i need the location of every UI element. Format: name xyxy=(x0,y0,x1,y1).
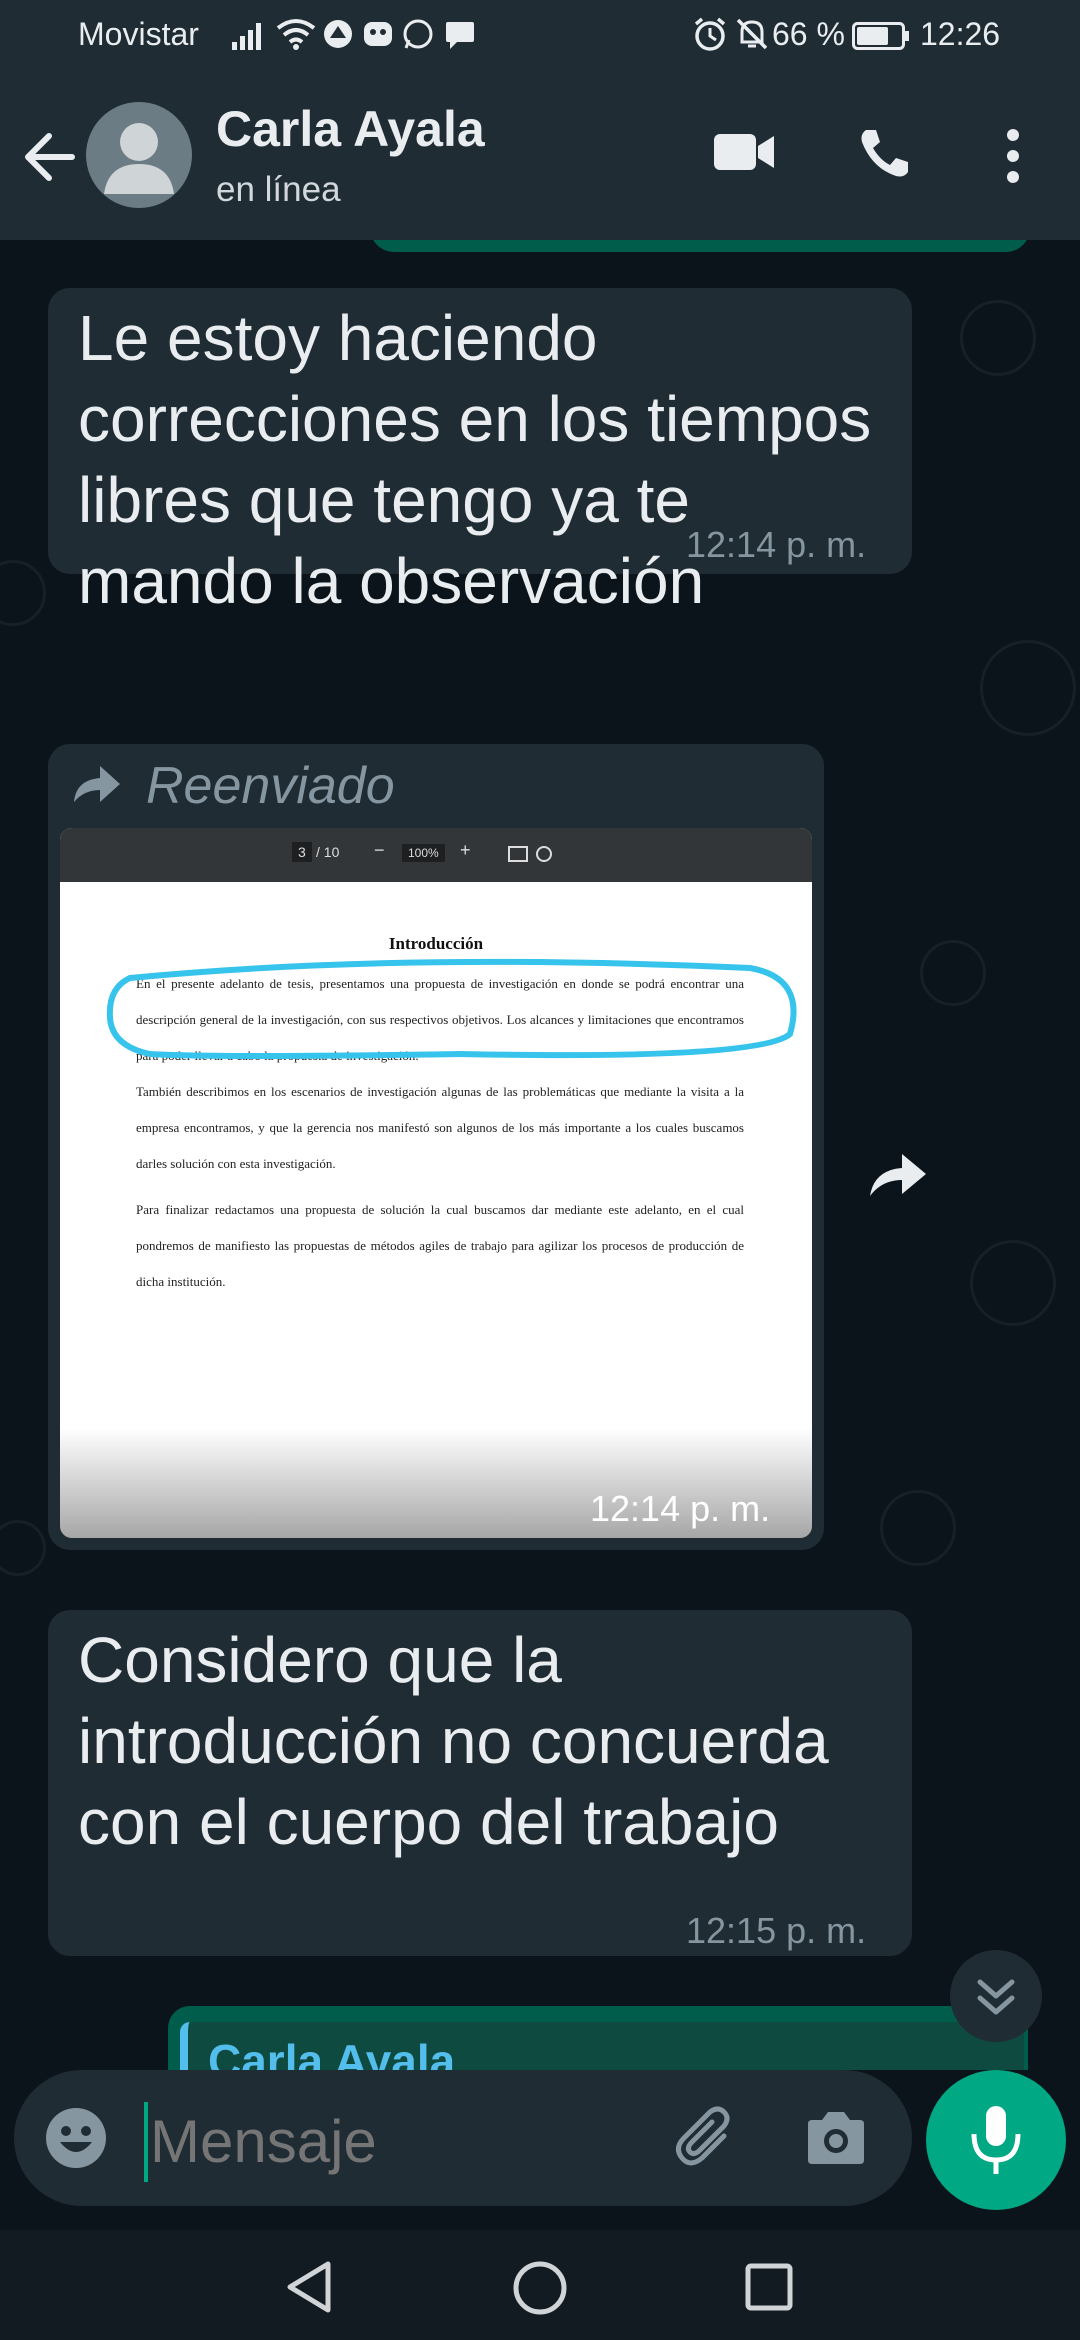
default-avatar-icon xyxy=(104,123,174,194)
mute-bell-icon xyxy=(736,18,768,50)
contact-avatar[interactable] xyxy=(86,102,192,208)
outgoing-message-bubble[interactable] xyxy=(370,240,1030,252)
double-chevron-down-icon xyxy=(977,1979,1015,2015)
contact-status: en línea xyxy=(216,170,341,209)
pdf-page-number: 3 xyxy=(292,842,312,862)
back-arrow-icon[interactable] xyxy=(22,130,76,184)
clock: 12:26 xyxy=(920,16,1001,52)
mic-button[interactable] xyxy=(926,2070,1066,2210)
highlight-scribble xyxy=(106,958,797,1059)
forward-button-icon[interactable] xyxy=(866,1148,930,1200)
message-list[interactable]: Le estoy haciendo correcciones en los ti… xyxy=(0,240,1080,2070)
incoming-image-message[interactable]: Reenviado 3 / 10 − 100% + Introducción E… xyxy=(48,744,824,1550)
message-input[interactable] xyxy=(148,2100,672,2182)
carrier-label: Movistar xyxy=(78,16,199,52)
forwarded-icon xyxy=(74,766,120,802)
battery-percent: 66 % xyxy=(772,16,845,52)
alarm-icon xyxy=(694,17,726,51)
wallpaper-doodle xyxy=(920,940,986,1006)
message-text: Le estoy haciendo correcciones en los ti… xyxy=(78,302,872,617)
pdf-zoom: 100% xyxy=(402,844,445,862)
image-time: 12:14 p. m. xyxy=(590,1488,771,1529)
system-nav-bar xyxy=(0,2230,1080,2340)
wallpaper-doodle xyxy=(0,560,46,626)
pdf-page-count: / 10 xyxy=(316,844,340,860)
wallpaper-doodle xyxy=(880,1490,956,1566)
attach-icon[interactable] xyxy=(672,2106,738,2172)
message-composer xyxy=(14,2070,912,2206)
wallpaper-doodle xyxy=(980,640,1076,736)
pdf-toolbar: 3 / 10 − 100% + xyxy=(60,828,812,882)
nav-recents-icon[interactable] xyxy=(744,2262,794,2312)
forwarded-label: Reenviado xyxy=(146,757,395,815)
forwarded-image[interactable]: 3 / 10 − 100% + Introducción En el prese… xyxy=(60,828,812,1538)
incoming-message-bubble[interactable]: Considero que la introducción no concuer… xyxy=(48,1610,912,1956)
message-time: 12:14 p. m. xyxy=(686,524,867,565)
scroll-to-bottom-button[interactable] xyxy=(950,1950,1042,2042)
wifi-icon xyxy=(276,19,316,50)
game-app-icon xyxy=(364,22,392,46)
pdf-rotate-icon xyxy=(536,846,552,862)
wallpaper-doodle xyxy=(960,300,1036,376)
signal-icon xyxy=(232,23,261,50)
pdf-fit-icon xyxy=(508,846,528,862)
contact-name[interactable]: Carla Ayala xyxy=(216,100,485,158)
nav-back-icon[interactable] xyxy=(284,2260,334,2314)
quoted-message: Carla Ayala xyxy=(180,2022,1024,2070)
message-text: Considero que la introducción no concuer… xyxy=(78,1624,829,1858)
camera-icon[interactable] xyxy=(804,2110,868,2166)
emoji-icon[interactable] xyxy=(44,2106,108,2170)
pdf-zoom-in-icon: + xyxy=(460,840,471,860)
wallpaper-doodle xyxy=(970,1240,1056,1326)
pdf-zoom-out-icon: − xyxy=(374,840,385,860)
wallpaper-doodle xyxy=(0,1520,46,1576)
document-title: Introducción xyxy=(388,934,484,953)
video-call-icon[interactable] xyxy=(712,130,776,174)
notification-app-icon xyxy=(324,20,352,48)
chat-header: Carla Ayala en línea xyxy=(0,72,1080,240)
quoted-sender-name: Carla Ayala xyxy=(208,2035,456,2070)
microphone-icon xyxy=(971,2106,1021,2174)
document-paragraph-2: También describimos en los escenarios de… xyxy=(136,1084,744,1171)
incoming-message-bubble[interactable]: Le estoy haciendo correcciones en los ti… xyxy=(48,288,912,617)
outgoing-reply-bubble[interactable]: Carla Ayala xyxy=(168,2006,1028,2070)
battery-icon xyxy=(852,22,909,50)
voice-call-icon[interactable] xyxy=(858,126,912,180)
status-bar: Movistar 66 % 12:26 xyxy=(0,0,1080,72)
nav-home-icon[interactable] xyxy=(512,2260,568,2316)
message-notification-icon xyxy=(446,22,474,49)
whatsapp-status-icon xyxy=(403,19,433,49)
message-time: 12:15 p. m. xyxy=(686,1910,867,1951)
document-paragraph-3: Para finalizar redactamos una propuesta … xyxy=(136,1202,744,1289)
more-options-icon[interactable] xyxy=(1006,128,1020,184)
